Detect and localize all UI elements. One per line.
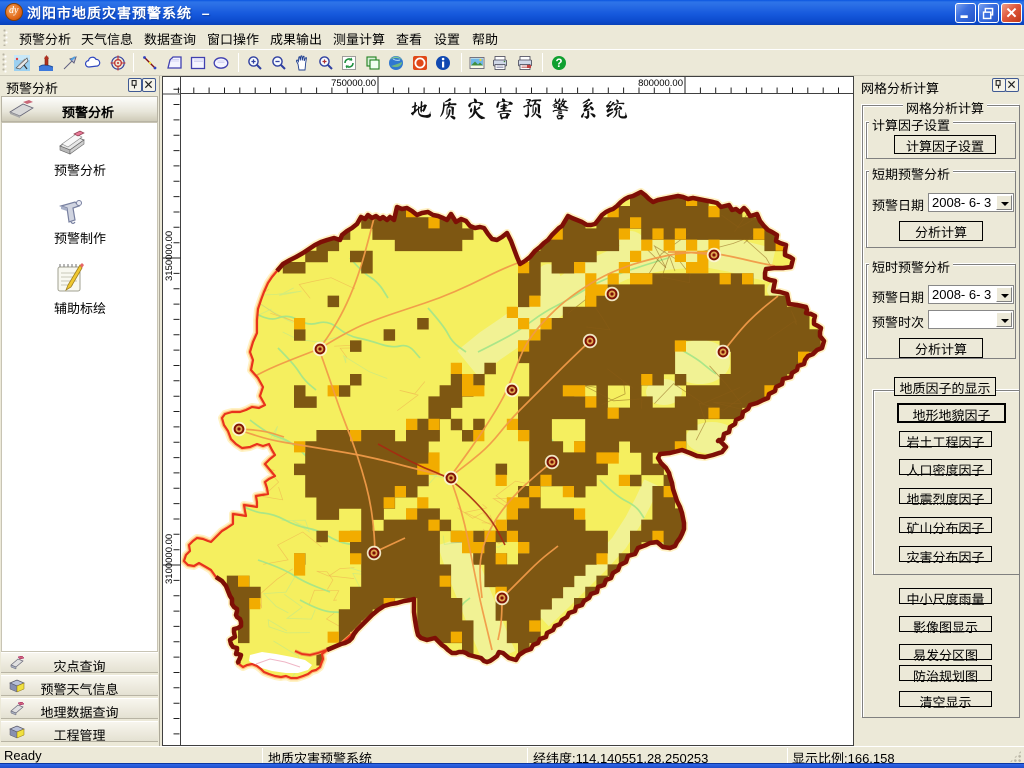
- svg-text:750000.00: 750000.00: [331, 78, 376, 89]
- svg-text:3150000.00: 3150000.00: [164, 231, 175, 281]
- svg-text:?: ?: [555, 58, 562, 70]
- svg-text:3100000.00: 3100000.00: [164, 534, 175, 584]
- svg-text:800000.00: 800000.00: [638, 78, 683, 89]
